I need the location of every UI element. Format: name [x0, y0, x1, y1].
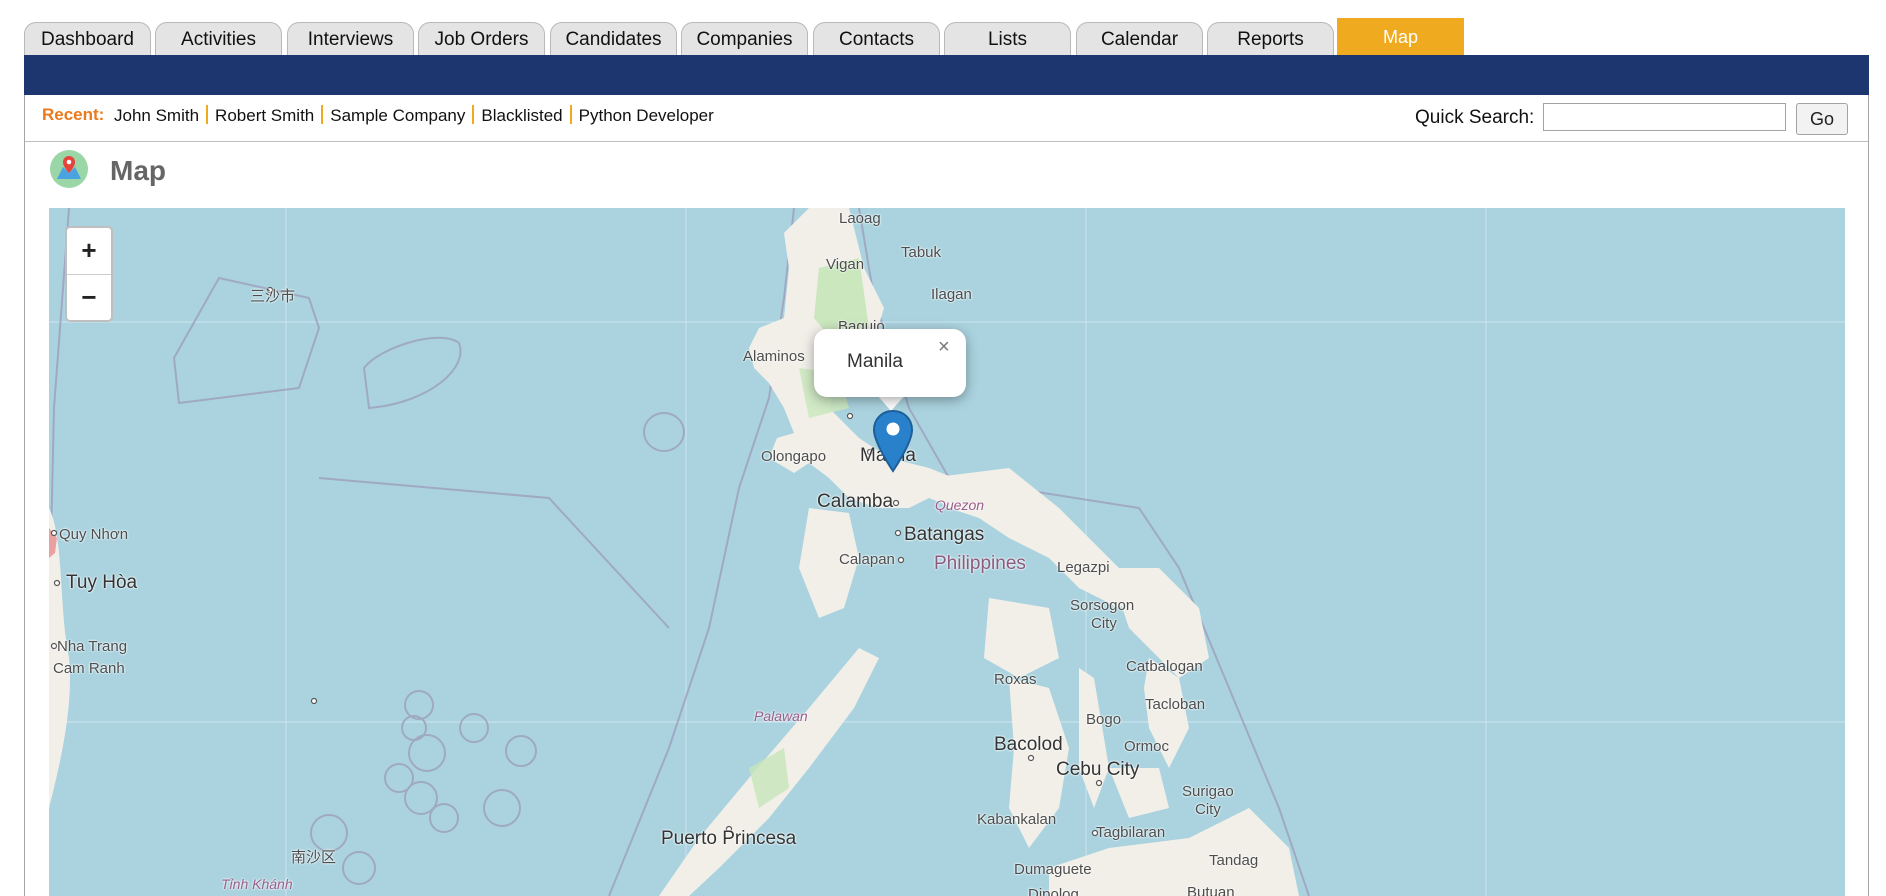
map-tiles	[49, 208, 1845, 896]
recent-item-john-smith[interactable]: John Smith	[114, 106, 199, 125]
map-view[interactable]: Laoag Vigan Tabuk Ilagan Baguio Alaminos…	[49, 208, 1845, 896]
map-label-cam-ranh: Cam Ranh	[53, 660, 125, 677]
tab-contacts[interactable]: Contacts	[813, 22, 940, 55]
tab-calendar[interactable]: Calendar	[1076, 22, 1203, 55]
map-marker-icon[interactable]	[872, 409, 914, 473]
tab-lists[interactable]: Lists	[944, 22, 1071, 55]
map-label-tandag: Tandag	[1209, 852, 1259, 869]
map-label-dipolog: Dipolog	[1028, 886, 1079, 896]
map-label-alaminos: Alaminos	[743, 348, 805, 365]
map-label-vigan: Vigan	[826, 256, 865, 273]
recent-item-robert-smith[interactable]: Robert Smith	[215, 106, 314, 125]
recent-separator	[206, 105, 209, 124]
map-label-tagbilaran: Tagbilaran	[1096, 824, 1166, 841]
map-label-sorsogon-city: City	[1091, 615, 1117, 632]
quick-search-input[interactable]	[1543, 103, 1786, 131]
map-label-bogo: Bogo	[1086, 711, 1122, 728]
map-label-ilagan: Ilagan	[931, 286, 972, 303]
map-label-cebu-city: Cebu City	[1056, 759, 1140, 780]
page-title: Map	[110, 155, 166, 186]
recent-separator	[321, 105, 324, 124]
recent-bar: Recent: John Smith Robert Smith Sample Com…	[25, 95, 1868, 142]
map-label-sorsogon: Sorsogon	[1070, 597, 1135, 614]
tab-companies[interactable]: Companies	[681, 22, 808, 55]
map-label-ormoc: Ormoc	[1124, 738, 1169, 755]
recent-separator	[569, 105, 572, 124]
map-label-tacloban: Tacloban	[1145, 696, 1206, 713]
map-label-palawan: Palawan	[754, 708, 808, 724]
map-label-bacolod: Bacolod	[994, 734, 1063, 755]
map-pin-icon	[50, 150, 88, 188]
recent-item-python-developer[interactable]: Python Developer	[579, 106, 714, 125]
map-label-batangas: Batangas	[904, 524, 985, 545]
map-label-calamba: Calamba	[817, 491, 894, 512]
nav-bar	[24, 55, 1869, 95]
map-label-dumaguete: Dumaguete	[1014, 861, 1092, 878]
zoom-out-button[interactable]: −	[67, 275, 111, 321]
map-label-surigao-city: City	[1195, 801, 1221, 818]
tab-dashboard[interactable]: Dashboard	[24, 22, 151, 55]
map-label-calapan: Calapan	[839, 551, 895, 568]
map-label-tabuk: Tabuk	[901, 244, 942, 261]
zoom-control: + −	[65, 226, 113, 322]
map-label-catbalogan: Catbalogan	[1126, 658, 1203, 675]
map-label-nansha: 南沙区	[291, 849, 337, 866]
recent-list: John Smith Robert Smith Sample Company Blac…	[114, 105, 714, 126]
map-label-olongapo: Olongapo	[761, 448, 827, 465]
popup-text: Manila	[847, 351, 903, 372]
map-label-tinh-khanh: Tỉnh Khánh	[221, 876, 293, 892]
map-label-sansha: 三沙市	[250, 288, 296, 305]
tab-interviews[interactable]: Interviews	[287, 22, 414, 55]
map-label-philippines: Philippines	[934, 553, 1026, 574]
tab-map[interactable]: Map	[1337, 18, 1464, 55]
popup-close-icon[interactable]: ×	[938, 336, 950, 359]
tab-reports[interactable]: Reports	[1207, 22, 1334, 55]
recent-item-blacklisted[interactable]: Blacklisted	[481, 106, 562, 125]
map-label-kabankalan: Kabankalan	[977, 811, 1057, 828]
map-label-puerto-princesa: Puerto Princesa	[661, 828, 797, 849]
map-label-quezon: Quezon	[935, 497, 985, 513]
map-label-legazpi: Legazpi	[1057, 559, 1110, 576]
zoom-in-button[interactable]: +	[67, 228, 111, 275]
map-label-nha-trang: Nha Trang	[57, 638, 128, 655]
quick-search-go-button[interactable]: Go	[1796, 103, 1848, 135]
map-label-laoag: Laoag	[839, 210, 881, 227]
map-label-surigao: Surigao	[1182, 783, 1234, 800]
recent-separator	[472, 105, 475, 124]
map-label-quy-nhon: Quy Nhơn	[59, 526, 129, 543]
recent-item-sample-company[interactable]: Sample Company	[330, 106, 465, 125]
map-label-roxas: Roxas	[994, 671, 1037, 688]
recent-label: Recent:	[42, 105, 105, 124]
map-label-butuan: Butuan	[1187, 884, 1235, 896]
map-popup: Manila ×	[814, 329, 966, 397]
tab-candidates[interactable]: Candidates	[550, 22, 677, 55]
tab-activities[interactable]: Activities	[155, 22, 282, 55]
tab-job-orders[interactable]: Job Orders	[418, 22, 545, 55]
map-label-tuy-hoa: Tuy Hòa	[66, 572, 138, 593]
quick-search-label: Quick Search:	[1415, 107, 1535, 128]
